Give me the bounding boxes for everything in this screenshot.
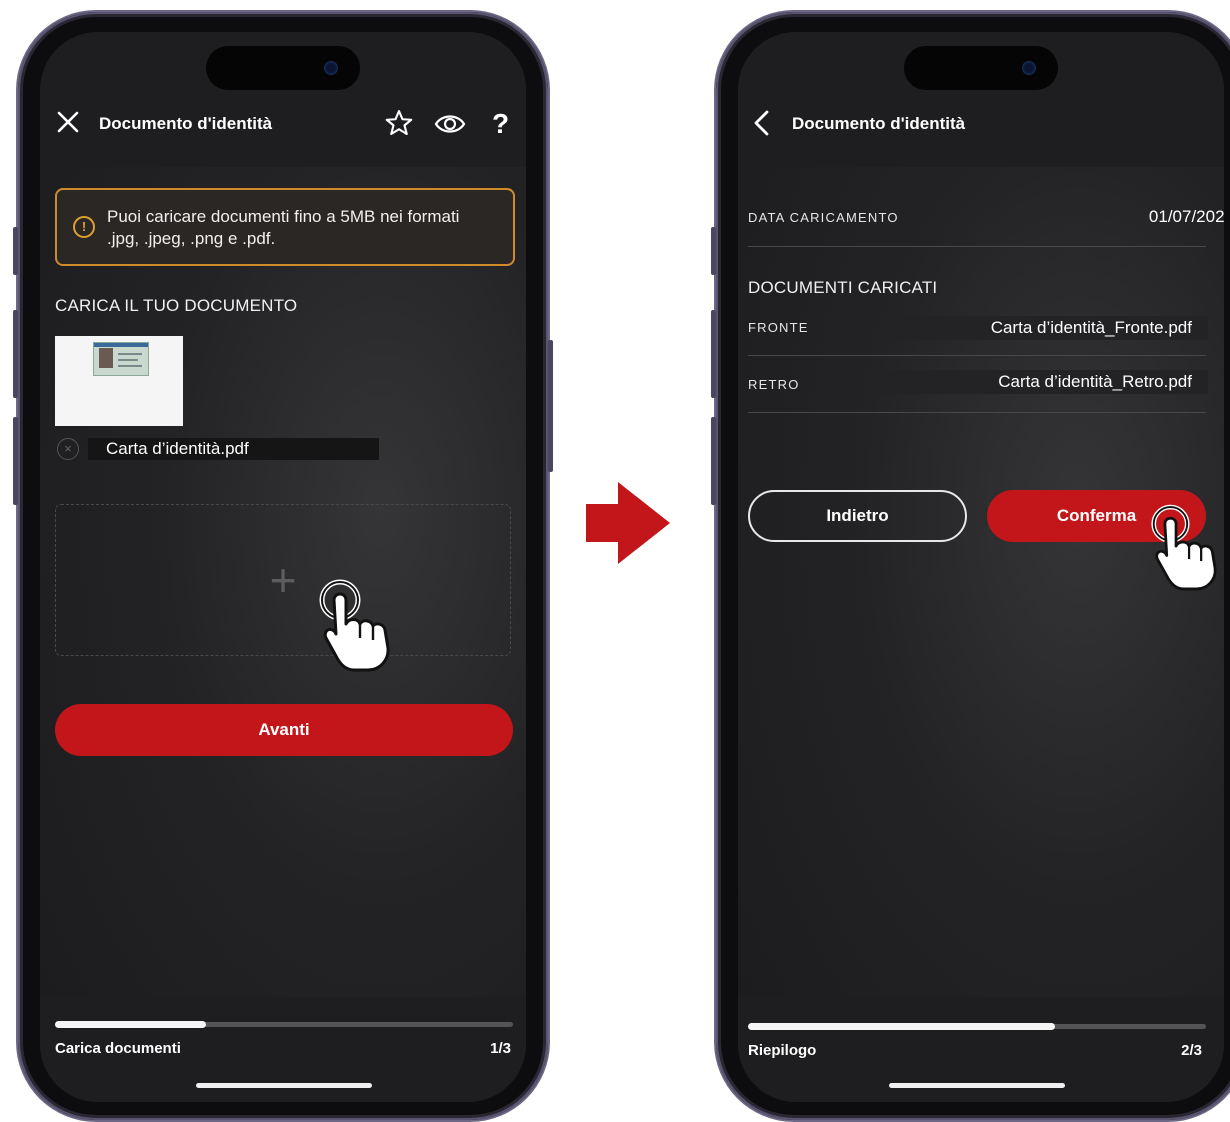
dynamic-island	[904, 46, 1058, 90]
help-icon[interactable]: ?	[492, 108, 509, 140]
progress-fill	[748, 1023, 1055, 1030]
volume-down-button	[711, 417, 716, 505]
document-thumbnail[interactable]	[55, 336, 183, 426]
step-label: Carica documenti	[55, 1040, 181, 1057]
uploaded-file-row: × Carta d’identità.pdf	[55, 438, 379, 460]
step-count: 2/3	[1181, 1042, 1202, 1059]
remove-file-icon[interactable]: ×	[57, 438, 79, 460]
tap-hand-icon	[1150, 500, 1230, 601]
plus-icon: +	[269, 554, 297, 606]
divider	[748, 246, 1206, 247]
top-bar: Documento d'identità	[738, 32, 1224, 167]
divider	[748, 412, 1206, 413]
volume-up-button	[711, 310, 716, 398]
divider	[748, 355, 1206, 356]
page-title: Documento d'identità	[792, 114, 966, 133]
upload-date-value: 01/07/2025	[1148, 207, 1224, 226]
notice-text: Puoi caricare documenti fino a 5MB nei f…	[107, 207, 460, 248]
phone-left: Documento d'identità ? ! Puoi caricare d…	[13, 12, 553, 1120]
back-file-name[interactable]: Carta d’identità_Retro.pdf	[874, 370, 1208, 394]
home-indicator[interactable]	[889, 1083, 1065, 1088]
warning-icon: !	[73, 216, 95, 238]
mute-switch	[711, 227, 716, 275]
back-label: RETRO	[748, 377, 800, 392]
front-label: FRONTE	[748, 320, 809, 335]
progress-fill	[55, 1021, 207, 1028]
add-document-dropzone[interactable]: +	[55, 504, 511, 656]
screen-upload: Documento d'identità ? ! Puoi caricare d…	[40, 32, 526, 1102]
step-label: Riepilogo	[748, 1042, 817, 1059]
section-title: CARICA IL TUO DOCUMENTO	[55, 296, 298, 315]
step-count: 1/3	[490, 1040, 511, 1057]
bottom-bar: Carica documenti 1/3	[40, 997, 526, 1102]
progress-bar	[748, 1023, 1206, 1030]
arrow-right-icon	[586, 482, 670, 569]
star-icon[interactable]	[384, 108, 414, 138]
uploaded-file-name: Carta d’identità.pdf	[88, 438, 379, 460]
id-card-image	[93, 342, 149, 376]
upload-date-label: DATA CARICAMENTO	[748, 210, 899, 225]
bottom-bar: Riepilogo 2/3	[738, 997, 1224, 1102]
top-bar: Documento d'identità ?	[40, 32, 526, 167]
front-file-name[interactable]: Carta d’identità_Fronte.pdf	[874, 316, 1208, 340]
file-limit-notice: ! Puoi caricare documenti fino a 5MB nei…	[55, 188, 515, 266]
close-icon[interactable]	[56, 110, 80, 134]
dynamic-island	[206, 46, 360, 90]
section-title: DOCUMENTI CARICATI	[748, 278, 938, 297]
power-button	[548, 340, 553, 472]
mute-switch	[13, 227, 18, 275]
volume-down-button	[13, 417, 18, 505]
tap-hand-icon	[318, 578, 404, 679]
back-button[interactable]: Indietro	[748, 490, 967, 542]
progress-bar	[55, 1021, 513, 1028]
volume-up-button	[13, 310, 18, 398]
home-indicator[interactable]	[196, 1083, 372, 1088]
next-button[interactable]: Avanti	[55, 704, 513, 756]
eye-icon[interactable]	[434, 110, 466, 138]
chevron-left-icon[interactable]	[752, 110, 772, 136]
page-title: Documento d'identità	[99, 114, 273, 133]
